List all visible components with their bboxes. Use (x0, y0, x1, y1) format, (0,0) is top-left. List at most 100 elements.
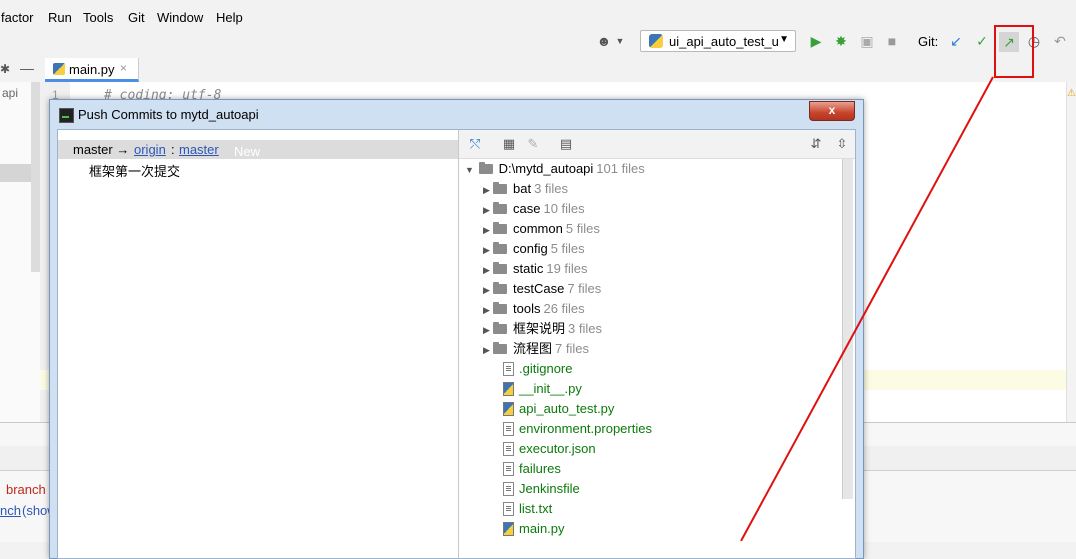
log-branch-link[interactable]: nch (0, 503, 21, 518)
git-update-icon[interactable]: ↙ (948, 33, 964, 49)
expand-all-icon[interactable]: ⇵ (808, 136, 824, 152)
folder-name: common (513, 221, 563, 236)
branch-row[interactable]: master → origin : master New (58, 140, 458, 159)
branch-separator: : (171, 142, 175, 157)
folder-name: 框架说明 (513, 321, 566, 336)
rollback-icon[interactable]: ↶ (1052, 33, 1068, 49)
menu-run[interactable]: Run (48, 10, 72, 25)
folder-icon (478, 162, 493, 174)
menu-help[interactable]: Help (216, 10, 243, 25)
tree-file[interactable]: environment.properties (503, 419, 652, 439)
chevron-right-icon: ▶ (483, 185, 490, 195)
tree-folder[interactable]: ▶ tools 26 files (483, 299, 585, 319)
tree-file[interactable]: main.py (503, 519, 565, 539)
tree-folder[interactable]: ▶ 框架说明 3 files (483, 319, 602, 339)
folder-icon (493, 202, 507, 214)
tree-folder[interactable]: ▶ static 19 files (483, 259, 588, 279)
file-tree-scrollbar[interactable] (842, 159, 853, 499)
chevron-down-icon[interactable]: ▼ (612, 33, 628, 49)
root-count: 101 files (596, 161, 645, 176)
tree-folder[interactable]: ▶ 流程图 7 files (483, 339, 589, 359)
file-name: failures (519, 461, 561, 476)
menu-window[interactable]: Window (157, 10, 203, 25)
target-branch-link[interactable]: master (179, 142, 219, 157)
commit-message[interactable]: 框架第一次提交 (89, 161, 180, 180)
preview-icon[interactable]: ▤ (558, 136, 574, 152)
folder-name: testCase (513, 281, 565, 296)
tree-file[interactable]: failures (503, 459, 561, 479)
folder-icon (493, 322, 507, 334)
folder-name: 流程图 (513, 341, 553, 356)
folder-count: 5 files (565, 221, 600, 236)
coverage-icon[interactable]: ▣ (859, 33, 875, 49)
tree-folder[interactable]: ▶ testCase 7 files (483, 279, 601, 299)
folder-name: config (513, 241, 548, 256)
tab-main-py[interactable]: main.py × (45, 58, 139, 82)
debug-icon[interactable]: ✸ (833, 33, 849, 49)
root-name: D:\mytd_autoapi (498, 161, 594, 176)
tree-file[interactable]: list.txt (503, 499, 552, 519)
folder-count: 3 files (568, 321, 602, 336)
chevron-down-icon: ▼ (779, 34, 789, 45)
panel-scrollbar[interactable] (31, 82, 40, 272)
editor-tab-strip: ✱ — main.py × (0, 58, 1076, 83)
folder-icon (493, 182, 507, 194)
dialog-body: master → origin : master New 框架第一次提交 ⤲ ▦… (57, 129, 856, 559)
editor-scrollbar[interactable]: ⚠ (1066, 82, 1076, 422)
python-file-icon (503, 402, 514, 416)
text-file-icon (503, 462, 514, 476)
expand-diff-icon[interactable]: ⤲ (467, 136, 483, 152)
user-icon[interactable]: ☻ (596, 33, 612, 49)
text-file-icon (503, 482, 514, 496)
warning-icon[interactable]: ⚠ (1067, 88, 1076, 99)
tree-file[interactable]: .gitignore (503, 359, 572, 379)
git-commit-icon[interactable]: ✓ (974, 33, 990, 49)
folder-name: bat (513, 181, 532, 196)
settings-icon[interactable]: ✱ (0, 62, 10, 76)
file-name: list.txt (519, 501, 553, 516)
chevron-right-icon: ▶ (483, 265, 490, 275)
dialog-title: Push Commits to mytd_autoapi (78, 107, 259, 122)
menu-git[interactable]: Git (128, 10, 145, 25)
git-label: Git: (918, 34, 939, 49)
run-configuration-select[interactable]: ui_api_auto_test_u ▼ (640, 30, 796, 52)
menu-tools[interactable]: Tools (83, 10, 113, 25)
edit-icon[interactable]: ✎ (525, 136, 541, 152)
menu-bar: factor Run Tools Git Window Help (0, 0, 1076, 34)
tree-file[interactable]: executor.json (503, 439, 596, 459)
files-toolbar: ⤲ ▦ ✎ ▤ ⇵ ⇳ (459, 130, 855, 159)
collapse-all-icon[interactable]: ⇳ (834, 136, 850, 152)
file-name: api_auto_test.py (519, 401, 615, 416)
tree-folder[interactable]: ▶ bat 3 files (483, 179, 568, 199)
json-file-icon (503, 442, 514, 456)
menu-refactor[interactable]: factor (1, 10, 34, 25)
tree-file[interactable]: __init__.py (503, 379, 582, 399)
close-button[interactable]: x (809, 101, 855, 121)
tree-file[interactable]: api_auto_test.py (503, 399, 614, 419)
push-commits-dialog: Push Commits to mytd_autoapi x master → … (49, 99, 864, 559)
run-configuration-label: ui_api_auto_test_u (669, 33, 779, 49)
close-icon[interactable]: × (120, 61, 127, 75)
tree-folder[interactable]: ▶ case 10 files (483, 199, 585, 219)
dialog-title-bar[interactable]: Push Commits to mytd_autoapi x (50, 100, 863, 130)
stop-icon[interactable]: ■ (884, 33, 900, 49)
tree-file[interactable]: Jenkinsfile (503, 479, 580, 499)
chevron-right-icon: ▶ (483, 205, 490, 215)
folder-icon (493, 242, 507, 254)
project-label: api (2, 86, 19, 100)
tree-root[interactable]: ▼ D:\mytd_autoapi 101 files (465, 159, 645, 179)
text-file-icon (503, 422, 514, 436)
gitignore-file-icon (503, 362, 514, 376)
run-icon[interactable]: ▶ (808, 33, 824, 49)
chevron-right-icon: ▶ (483, 245, 490, 255)
remote-link[interactable]: origin (134, 142, 166, 157)
text-file-icon (503, 502, 514, 516)
tree-folder[interactable]: ▶ common 5 files (483, 219, 600, 239)
file-name: environment.properties (519, 421, 652, 436)
group-by-icon[interactable]: ▦ (501, 136, 517, 152)
python-file-icon (53, 63, 65, 75)
chevron-down-icon: ▼ (465, 165, 474, 175)
tree-folder[interactable]: ▶ config 5 files (483, 239, 585, 259)
collapse-icon[interactable]: — (20, 60, 34, 76)
folder-name: static (513, 261, 544, 276)
